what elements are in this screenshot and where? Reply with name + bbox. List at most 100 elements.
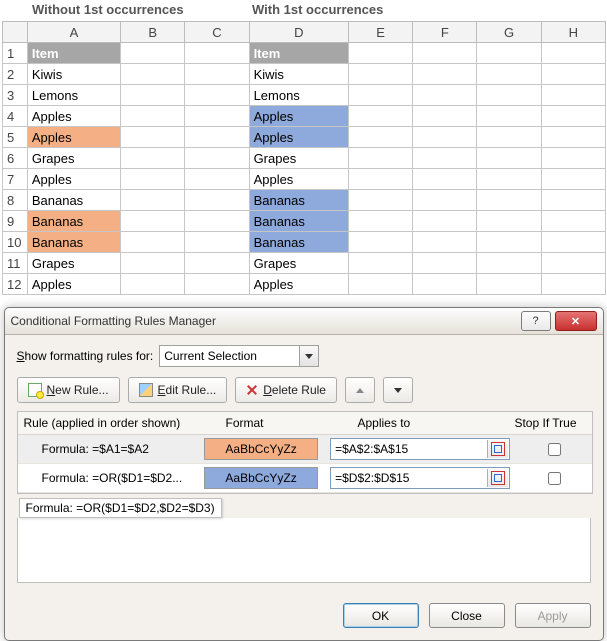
- move-up-button[interactable]: [345, 377, 375, 403]
- dialog-titlebar[interactable]: Conditional Formatting Rules Manager ? ✕: [5, 308, 603, 335]
- cell[interactable]: Apples: [27, 274, 120, 295]
- cell[interactable]: [541, 211, 605, 232]
- cell[interactable]: [121, 190, 185, 211]
- cell[interactable]: [121, 232, 185, 253]
- cell[interactable]: [477, 211, 541, 232]
- cell[interactable]: [121, 253, 185, 274]
- cell[interactable]: [413, 253, 477, 274]
- cell[interactable]: [185, 85, 249, 106]
- cell[interactable]: [185, 232, 249, 253]
- corner-cell[interactable]: [3, 22, 28, 43]
- row-header[interactable]: 12: [3, 274, 28, 295]
- cell[interactable]: Grapes: [27, 253, 120, 274]
- row-header[interactable]: 2: [3, 64, 28, 85]
- cell[interactable]: Apples: [27, 169, 120, 190]
- cell[interactable]: [121, 148, 185, 169]
- cell[interactable]: Bananas: [249, 232, 348, 253]
- cell[interactable]: [541, 106, 605, 127]
- cell[interactable]: [541, 274, 605, 295]
- cell[interactable]: [477, 127, 541, 148]
- cell[interactable]: [477, 274, 541, 295]
- cell[interactable]: [185, 253, 249, 274]
- row-header[interactable]: 11: [3, 253, 28, 274]
- cell[interactable]: [413, 274, 477, 295]
- cell[interactable]: Apples: [249, 127, 348, 148]
- cell[interactable]: [541, 127, 605, 148]
- cell[interactable]: Apples: [249, 106, 348, 127]
- cell[interactable]: [121, 169, 185, 190]
- cell[interactable]: [413, 64, 477, 85]
- cell[interactable]: [185, 64, 249, 85]
- cell[interactable]: [477, 64, 541, 85]
- cell[interactable]: Grapes: [27, 148, 120, 169]
- cell[interactable]: [349, 211, 413, 232]
- cell[interactable]: [477, 169, 541, 190]
- applies-to-input[interactable]: =$A$2:$A$15: [330, 438, 510, 460]
- move-down-button[interactable]: [383, 377, 413, 403]
- cell[interactable]: Grapes: [249, 253, 348, 274]
- cell[interactable]: Item: [249, 43, 348, 64]
- cell[interactable]: [349, 232, 413, 253]
- cell[interactable]: Grapes: [249, 148, 348, 169]
- cell[interactable]: [541, 85, 605, 106]
- row-header[interactable]: 8: [3, 190, 28, 211]
- cell[interactable]: [477, 190, 541, 211]
- help-button[interactable]: ?: [521, 311, 551, 331]
- cell[interactable]: [185, 106, 249, 127]
- cell[interactable]: [413, 43, 477, 64]
- col-header[interactable]: A: [27, 22, 120, 43]
- cell[interactable]: [185, 169, 249, 190]
- cell[interactable]: Lemons: [249, 85, 348, 106]
- show-rules-combo[interactable]: Current Selection: [159, 345, 319, 367]
- cell[interactable]: [121, 274, 185, 295]
- cell[interactable]: [541, 43, 605, 64]
- row-header[interactable]: 9: [3, 211, 28, 232]
- row-header[interactable]: 7: [3, 169, 28, 190]
- cell[interactable]: [349, 43, 413, 64]
- cell[interactable]: Bananas: [27, 211, 120, 232]
- col-header[interactable]: D: [249, 22, 348, 43]
- cell[interactable]: [185, 148, 249, 169]
- cell[interactable]: [121, 85, 185, 106]
- cell[interactable]: [349, 85, 413, 106]
- cell[interactable]: Apples: [249, 169, 348, 190]
- stop-if-true-checkbox[interactable]: [548, 443, 561, 456]
- cell[interactable]: [185, 43, 249, 64]
- applies-to-input[interactable]: =$D$2:$D$15: [330, 467, 510, 489]
- cell[interactable]: [541, 253, 605, 274]
- cell[interactable]: [349, 64, 413, 85]
- cell[interactable]: [477, 85, 541, 106]
- row-header[interactable]: 5: [3, 127, 28, 148]
- cell[interactable]: [349, 274, 413, 295]
- close-button[interactable]: Close: [429, 603, 505, 628]
- col-header[interactable]: B: [121, 22, 185, 43]
- cell[interactable]: [349, 169, 413, 190]
- cell[interactable]: [349, 106, 413, 127]
- col-header[interactable]: E: [349, 22, 413, 43]
- col-header[interactable]: H: [541, 22, 605, 43]
- col-header[interactable]: F: [413, 22, 477, 43]
- cell[interactable]: [121, 106, 185, 127]
- window-close-button[interactable]: ✕: [555, 311, 597, 331]
- cell[interactable]: [349, 127, 413, 148]
- cell[interactable]: Apples: [27, 106, 120, 127]
- cell[interactable]: [477, 43, 541, 64]
- cell[interactable]: Bananas: [249, 190, 348, 211]
- cell[interactable]: [413, 232, 477, 253]
- cell[interactable]: [349, 253, 413, 274]
- cell[interactable]: [413, 148, 477, 169]
- rule-row[interactable]: Formula: =OR($D1=$D2...AaBbCcYyZz=$D$2:$…: [18, 464, 592, 493]
- cell[interactable]: [185, 274, 249, 295]
- cell[interactable]: [185, 190, 249, 211]
- ok-button[interactable]: OK: [343, 603, 419, 628]
- cell[interactable]: Apples: [249, 274, 348, 295]
- cell[interactable]: [413, 85, 477, 106]
- new-rule-button[interactable]: New Rule...: [17, 377, 120, 403]
- cell[interactable]: Lemons: [27, 85, 120, 106]
- col-header[interactable]: G: [477, 22, 541, 43]
- cell[interactable]: Kiwis: [249, 64, 348, 85]
- cell[interactable]: [413, 190, 477, 211]
- cell[interactable]: [121, 127, 185, 148]
- cell[interactable]: Bananas: [27, 190, 120, 211]
- row-header[interactable]: 1: [3, 43, 28, 64]
